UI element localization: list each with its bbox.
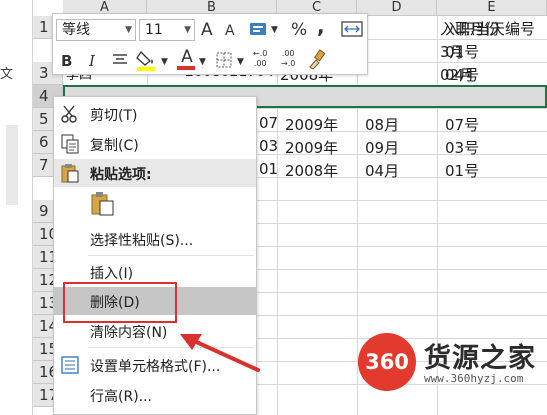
chevron-down-icon[interactable]: ▼ [237,52,244,72]
borders-icon[interactable] [215,51,233,74]
menu-item-row-height[interactable]: 行高(R)... [54,381,256,409]
highlight-box [63,282,177,323]
mini-toolbar: 等线 ▼ 11 ▼ A A ▼ % , B I ▼ A ▼ ▼ ←.0 .00 … [52,13,368,75]
merge-center-icon[interactable] [341,20,363,43]
cell-d5[interactable]: 08月 [365,114,399,135]
cell-e6[interactable]: 03号 [445,137,479,158]
align-center-icon[interactable] [111,52,129,73]
column-header-d[interactable]: D [357,0,437,16]
format-cells-icon [60,355,80,375]
menu-label: 粘贴选项: [90,167,152,183]
font-name-value: 等线 [62,22,90,38]
menu-label: 选择性粘贴(S)... [90,233,194,249]
cell-e1[interactable]: 入职当天编号 [445,18,535,39]
side-label: 文 [0,67,14,82]
menu-label: 剪切(T) [90,108,138,124]
menu-item-copy[interactable]: 复制(C) [54,130,256,158]
annotation-arrow-icon [180,334,260,372]
cell-e7[interactable]: 01号 [445,160,479,181]
cell-d7[interactable]: 04月 [365,160,399,181]
cell-e2[interactable]: 01号 [445,41,479,62]
font-size-value: 11 [145,22,163,38]
clipboard-icon [60,163,80,183]
menu-item-paste-options: 粘贴选项: [54,159,256,187]
watermark-name: 货源之家 [424,343,536,374]
chevron-down-icon: ▼ [125,25,132,35]
chevron-down-icon: ▼ [184,25,191,35]
format-painter-icon[interactable] [307,49,327,76]
cell-c6[interactable]: 2009年 [285,137,338,158]
menu-item-paste-special[interactable]: 选择性粘贴(S)... [54,225,256,253]
number-format-icon[interactable] [249,20,271,43]
copy-icon [60,134,80,154]
font-color-button[interactable]: A [177,47,197,70]
cell-c5[interactable]: 2009年 [285,114,338,135]
cell-e3[interactable]: 04号 [445,64,479,85]
chevron-down-icon[interactable]: ▼ [271,20,278,40]
watermark-badge: 360 [358,333,416,391]
fill-color-icon[interactable] [135,49,159,76]
italic-button[interactable]: I [89,51,95,71]
paste-clipboard-icon[interactable] [90,191,116,221]
cell-b6[interactable]: 03 [259,137,278,155]
scissors-icon [60,104,80,124]
watermark-url: www.360hyzj.com [424,372,524,385]
cell-d6[interactable]: 09月 [365,137,399,158]
chevron-down-icon[interactable]: ▼ [161,52,168,72]
side-scroll-thumb[interactable] [6,125,18,205]
shrink-font-icon[interactable]: A [225,21,235,41]
watermark: 360 货源之家 www.360hyzj.com [358,330,547,392]
cell-c7[interactable]: 2008年 [285,160,338,181]
left-pane: 文 [0,0,33,415]
menu-label: 行高(R)... [90,389,153,405]
cell-e5[interactable]: 07号 [445,114,479,135]
cell-b7[interactable]: 01 [259,160,278,178]
cell-b5[interactable]: 07 [259,114,278,132]
grow-font-icon[interactable]: A [201,20,213,40]
comma-style-button[interactable]: , [317,16,325,36]
bold-button[interactable]: B [61,51,72,71]
chevron-down-icon[interactable]: ▼ [199,52,206,72]
decrease-decimal-button[interactable]: .00 →.0 [281,49,295,69]
menu-divider [88,255,254,256]
menu-label: 清除内容(N) [90,325,168,341]
font-size-dropdown[interactable]: 11 ▼ [139,19,195,41]
menu-label: 插入(I) [90,266,134,282]
font-name-dropdown[interactable]: 等线 ▼ [56,19,136,41]
increase-decimal-button[interactable]: ←.0 .00 [253,49,267,69]
column-header-e[interactable]: E [437,0,547,16]
font-color-glyph: A [181,47,193,67]
menu-label: 复制(C) [90,138,139,154]
menu-item-cut[interactable]: 剪切(T) [54,100,256,128]
percent-style-button[interactable]: % [291,20,307,40]
